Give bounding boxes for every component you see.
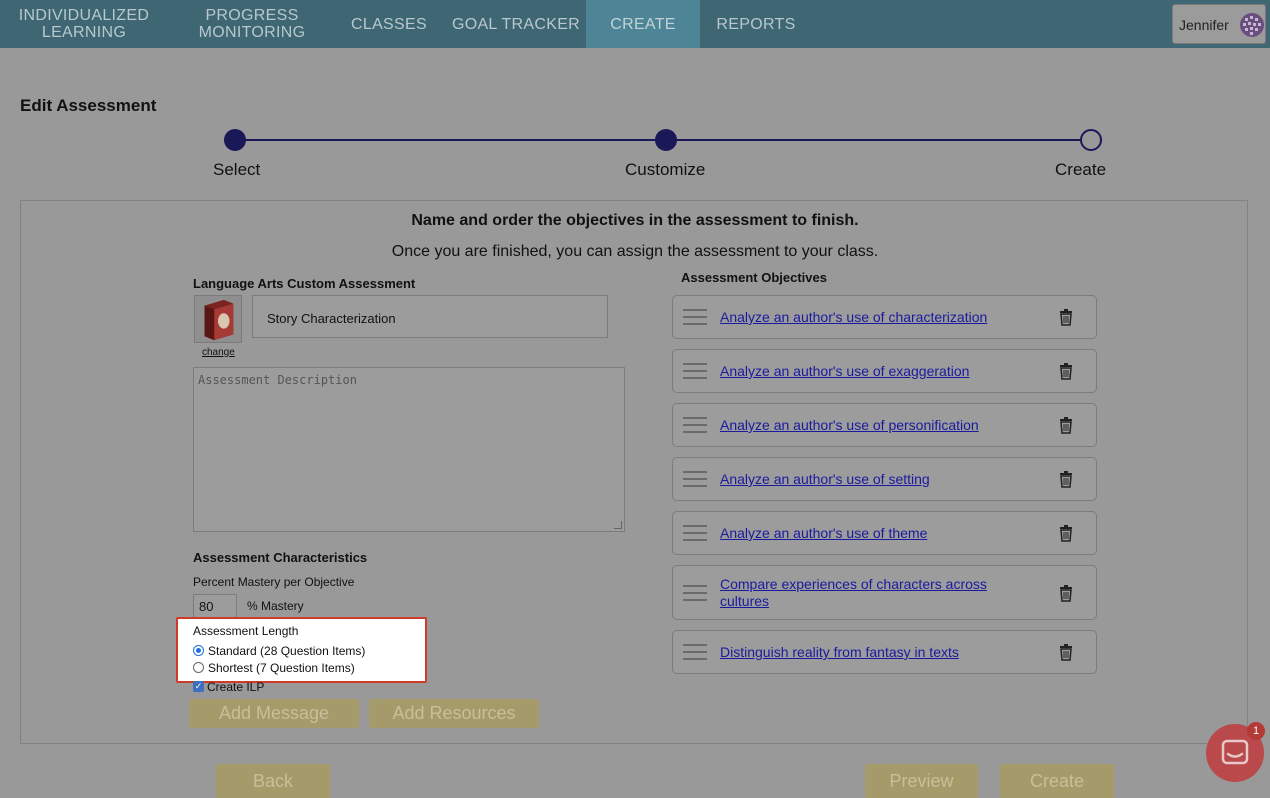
step-dot-create xyxy=(1080,129,1102,151)
mastery-label: Percent Mastery per Objective xyxy=(193,575,355,589)
notification-badge: 1 xyxy=(1247,722,1265,740)
nav-create[interactable]: CREATE xyxy=(586,0,700,48)
trash-icon[interactable] xyxy=(1059,417,1073,434)
create-button[interactable]: Create xyxy=(1000,764,1114,798)
assessment-image[interactable] xyxy=(194,295,242,343)
objectives-title: Assessment Objectives xyxy=(681,270,827,285)
mastery-input[interactable]: 80 xyxy=(193,594,237,618)
characteristics-title: Assessment Characteristics xyxy=(193,550,368,565)
length-shortest-label[interactable]: Shortest (7 Question Items) xyxy=(208,661,355,675)
resize-grip-icon[interactable] xyxy=(614,521,622,529)
objective-item[interactable]: Distinguish reality from fantasy in text… xyxy=(672,630,1097,674)
step-dot-select xyxy=(224,129,246,151)
nav-classes[interactable]: CLASSES xyxy=(346,0,432,48)
objective-item[interactable]: Analyze an author's use of personificati… xyxy=(672,403,1097,447)
nav-progress-monitoring[interactable]: PROGRESS MONITORING xyxy=(180,0,324,48)
user-menu[interactable]: Jennifer xyxy=(1172,4,1266,44)
trash-icon[interactable] xyxy=(1059,585,1073,602)
objective-link[interactable]: Analyze an author's use of exaggeration xyxy=(720,363,1020,380)
step-label-customize: Customize xyxy=(625,160,706,179)
trash-icon[interactable] xyxy=(1059,471,1073,488)
step-label-select: Select xyxy=(213,160,261,179)
nav-individualized-learning[interactable]: INDIVIDUALIZED LEARNING xyxy=(0,0,168,48)
objective-link[interactable]: Analyze an author's use of setting xyxy=(720,471,1020,488)
assessment-length-label: Assessment Length xyxy=(193,624,299,638)
drag-handle-icon[interactable] xyxy=(683,525,707,542)
section-title: Language Arts Custom Assessment xyxy=(193,276,416,291)
preview-button[interactable]: Preview xyxy=(865,764,978,798)
objective-link[interactable]: Distinguish reality from fantasy in text… xyxy=(720,644,1020,661)
drag-handle-icon[interactable] xyxy=(683,471,707,488)
assessment-description-field[interactable]: Assessment Description xyxy=(193,367,625,532)
panel-headline: Name and order the objectives in the ass… xyxy=(411,212,859,229)
top-navigation: INDIVIDUALIZED LEARNING PROGRESS MONITOR… xyxy=(0,0,1270,48)
step-dot-customize xyxy=(655,129,677,151)
add-message-button[interactable]: Add Message xyxy=(189,699,359,728)
objective-item[interactable]: Analyze an author's use of theme xyxy=(672,511,1097,555)
create-ilp-label[interactable]: Create ILP xyxy=(207,680,264,694)
nav-goal-tracker[interactable]: GOAL TRACKER xyxy=(448,0,584,48)
objective-item[interactable]: Analyze an author's use of exaggeration xyxy=(672,349,1097,393)
objective-item[interactable]: Analyze an author's use of characterizat… xyxy=(672,295,1097,339)
objective-link[interactable]: Analyze an author's use of personificati… xyxy=(720,417,1020,434)
assessment-name-input[interactable]: Story Characterization xyxy=(252,295,608,338)
trash-icon[interactable] xyxy=(1059,525,1073,542)
add-resources-button[interactable]: Add Resources xyxy=(369,699,539,728)
objective-link[interactable]: Compare experiences of characters across… xyxy=(720,576,1020,610)
trash-icon[interactable] xyxy=(1059,363,1073,380)
drag-handle-icon[interactable] xyxy=(683,417,707,434)
trash-icon[interactable] xyxy=(1059,644,1073,661)
description-placeholder: Assessment Description xyxy=(198,373,357,387)
avatar-icon xyxy=(1240,13,1264,37)
drag-handle-icon[interactable] xyxy=(683,363,707,380)
length-standard-radio[interactable] xyxy=(193,645,204,656)
user-name: Jennifer xyxy=(1179,17,1229,33)
objective-item[interactable]: Compare experiences of characters across… xyxy=(672,565,1097,620)
drag-handle-icon[interactable] xyxy=(683,585,707,602)
objective-item[interactable]: Analyze an author's use of setting xyxy=(672,457,1097,501)
trash-icon[interactable] xyxy=(1059,309,1073,326)
drag-handle-icon[interactable] xyxy=(683,309,707,326)
length-shortest-radio[interactable] xyxy=(193,662,204,673)
step-connector xyxy=(234,139,666,141)
step-connector xyxy=(666,139,1082,141)
back-button[interactable]: Back xyxy=(216,764,330,798)
panel-subline: Once you are finished, you can assign th… xyxy=(391,243,879,260)
step-label-create: Create xyxy=(1055,160,1107,179)
drag-handle-icon[interactable] xyxy=(683,644,707,661)
create-ilp-checkbox[interactable]: ✓ xyxy=(193,681,204,692)
objective-link[interactable]: Analyze an author's use of characterizat… xyxy=(720,309,1020,326)
objective-link[interactable]: Analyze an author's use of theme xyxy=(720,525,1020,542)
mastery-suffix: % Mastery xyxy=(247,599,304,613)
change-image-link[interactable]: change xyxy=(202,347,235,358)
length-standard-label[interactable]: Standard (28 Question Items) xyxy=(208,644,365,658)
nav-reports[interactable]: REPORTS xyxy=(708,0,804,48)
book-icon xyxy=(204,299,234,341)
page-title: Edit Assessment xyxy=(20,96,157,115)
